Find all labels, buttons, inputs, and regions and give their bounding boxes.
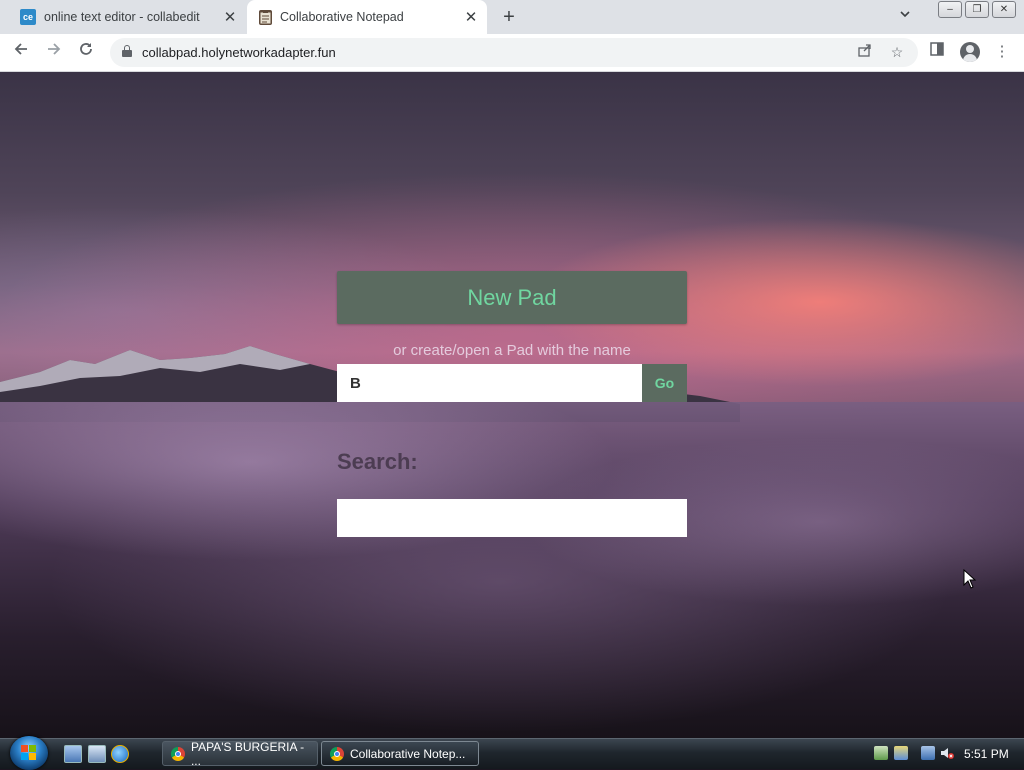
chrome-icon	[330, 746, 344, 761]
profile-avatar-icon[interactable]	[960, 42, 980, 62]
close-tab-icon[interactable]: ✕	[461, 8, 481, 26]
reload-icon[interactable]	[75, 41, 97, 63]
lock-icon[interactable]	[122, 45, 132, 57]
share-icon[interactable]	[856, 43, 874, 61]
minimize-icon[interactable]: –	[938, 1, 962, 18]
windows-taskbar: PAPA'S BURGERIA - ... Collaborative Note…	[0, 736, 1024, 770]
forward-arrow-icon[interactable]	[43, 41, 65, 63]
cloud-sea-image	[0, 402, 1024, 738]
more-menu-icon[interactable]: ⋮	[992, 42, 1012, 62]
search-input[interactable]	[337, 499, 687, 537]
pad-name-input[interactable]	[337, 364, 642, 402]
chrome-icon	[171, 746, 185, 761]
window-controls: – ❐ ✕	[935, 1, 1016, 18]
tray-app-icon[interactable]	[874, 746, 888, 760]
restore-icon[interactable]: ❐	[965, 1, 989, 18]
side-panel-icon[interactable]	[927, 42, 947, 62]
go-button[interactable]: Go	[642, 364, 687, 402]
mouse-cursor-icon	[963, 569, 977, 589]
tab-title: Collaborative Notepad	[280, 10, 404, 24]
collabedit-favicon-icon: ce	[20, 9, 36, 25]
close-window-icon[interactable]: ✕	[992, 1, 1016, 18]
start-button-windows-icon[interactable]	[10, 736, 48, 770]
tab-collaborative-notepad[interactable]: Collaborative Notepad ✕	[247, 0, 487, 34]
tab-search-chevron-down-icon[interactable]	[896, 8, 914, 26]
taskbar-item-collaborative-notepad[interactable]: Collaborative Notep...	[321, 741, 479, 766]
bookmark-star-icon[interactable]: ☆	[888, 43, 906, 61]
tab-title: online text editor - collabedit	[44, 10, 200, 24]
network-icon[interactable]	[921, 746, 935, 760]
new-pad-button[interactable]: New Pad	[337, 271, 687, 324]
new-tab-button[interactable]: +	[498, 6, 520, 28]
volume-muted-icon[interactable]	[940, 746, 954, 760]
close-tab-icon[interactable]: ✕	[220, 8, 240, 26]
back-arrow-icon[interactable]	[10, 41, 32, 63]
show-desktop-icon[interactable]	[64, 745, 82, 763]
taskbar-item-papas-burgeria[interactable]: PAPA'S BURGERIA - ...	[162, 739, 318, 768]
create-open-hint: or create/open a Pad with the name	[393, 342, 631, 359]
notepad-favicon-icon	[259, 9, 272, 25]
address-bar[interactable]: collabpad.holynetworkadapter.fun ☆	[110, 38, 918, 67]
taskbar-item-label: PAPA'S BURGERIA - ...	[190, 739, 305, 768]
tab-collabedit[interactable]: ce online text editor - collabedit ✕	[8, 0, 246, 34]
page-background: New Pad or create/open a Pad with the na…	[0, 72, 1024, 738]
taskbar-clock[interactable]: 5:51 PM	[964, 747, 1009, 761]
search-label: Search:	[337, 449, 418, 474]
taskbar-item-label: Collaborative Notep...	[350, 746, 466, 761]
tray-network-app-icon[interactable]	[894, 746, 908, 760]
tab-strip: ce online text editor - collabedit ✕ Col…	[0, 0, 1024, 34]
browser-toolbar: collabpad.holynetworkadapter.fun ☆ ⋮	[0, 34, 1024, 72]
switch-windows-icon[interactable]	[88, 745, 106, 763]
url-text: collabpad.holynetworkadapter.fun	[142, 45, 336, 60]
internet-explorer-icon[interactable]	[111, 745, 129, 763]
